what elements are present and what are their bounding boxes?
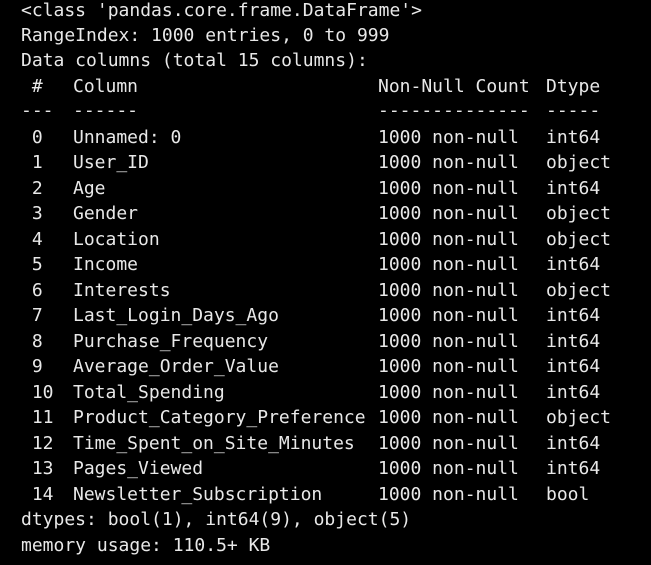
row-index: 2 [21, 178, 43, 199]
separator-row: --- ------ -------------- ----- [0, 98, 651, 123]
row-non-null: 1000 non-null [378, 305, 519, 326]
row-dtype: int64 [546, 331, 601, 352]
row-column: Location [73, 229, 160, 250]
row-column: Average_Order_Value [73, 356, 279, 377]
table-row: 7 Last_Login_Days_Ago 1000 non-null int6… [0, 303, 651, 328]
row-column: User_ID [73, 152, 149, 173]
row-dtype: int64 [546, 382, 601, 403]
row-index: 1 [21, 152, 43, 173]
row-non-null: 1000 non-null [378, 254, 519, 275]
row-non-null: 1000 non-null [378, 152, 519, 173]
row-non-null: 1000 non-null [378, 203, 519, 224]
row-column: Gender [73, 203, 139, 224]
table-row: 5 Income 1000 non-null int64 [0, 252, 651, 277]
row-non-null: 1000 non-null [378, 280, 519, 301]
row-index: 4 [21, 229, 43, 250]
row-dtype: bool [546, 484, 590, 505]
class-line: <class 'pandas.core.frame.DataFrame'> [21, 0, 422, 21]
table-row: 6 Interests 1000 non-null object [0, 278, 651, 303]
row-dtype: int64 [546, 433, 601, 454]
row-index: 3 [21, 203, 43, 224]
row-index: 0 [21, 127, 43, 148]
row-non-null: 1000 non-null [378, 433, 519, 454]
row-column: Total_Spending [73, 382, 225, 403]
memory-usage-line: memory usage: 110.5+ KB [21, 535, 271, 556]
row-column: Last_Login_Days_Ago [73, 305, 279, 326]
row-non-null: 1000 non-null [378, 484, 519, 505]
row-column: Newsletter_Subscription [73, 484, 323, 505]
row-dtype: int64 [546, 127, 601, 148]
row-column: Income [73, 254, 139, 275]
table-row: 14 Newsletter_Subscription 1000 non-null… [0, 482, 651, 507]
data-columns-line: Data columns (total 15 columns): [21, 50, 368, 71]
separator-dtype: ----- [546, 100, 601, 121]
row-non-null: 1000 non-null [378, 229, 519, 250]
separator-non-null: -------------- [378, 100, 530, 121]
row-non-null: 1000 non-null [378, 458, 519, 479]
row-column: Time_Spent_on_Site_Minutes [73, 433, 355, 454]
row-index: 13 [21, 458, 54, 479]
row-dtype: object [546, 203, 612, 224]
row-index: 14 [21, 484, 54, 505]
row-dtype: object [546, 152, 612, 173]
separator-index: --- [21, 100, 54, 121]
row-non-null: 1000 non-null [378, 382, 519, 403]
row-column: Unnamed: 0 [73, 127, 182, 148]
row-dtype: object [546, 407, 612, 428]
range-index-line: RangeIndex: 1000 entries, 0 to 999 [21, 25, 390, 46]
console-output: { "class_line": "<class 'pandas.core.fra… [0, 0, 651, 565]
header-dtype: Dtype [546, 76, 601, 97]
row-index: 9 [21, 356, 43, 377]
table-row: 3 Gender 1000 non-null object [0, 201, 651, 226]
row-dtype: int64 [546, 178, 601, 199]
table-row: 12 Time_Spent_on_Site_Minutes 1000 non-n… [0, 431, 651, 456]
row-non-null: 1000 non-null [378, 127, 519, 148]
row-non-null: 1000 non-null [378, 178, 519, 199]
row-dtype: int64 [546, 305, 601, 326]
row-dtype: int64 [546, 254, 601, 275]
row-column: Pages_Viewed [73, 458, 204, 479]
header-column: Column [73, 76, 139, 97]
row-index: 11 [21, 407, 54, 428]
row-column: Age [73, 178, 106, 199]
table-row: 10 Total_Spending 1000 non-null int64 [0, 380, 651, 405]
row-index: 6 [21, 280, 43, 301]
row-non-null: 1000 non-null [378, 331, 519, 352]
table-row: 2 Age 1000 non-null int64 [0, 176, 651, 201]
table-row: 0 Unnamed: 0 1000 non-null int64 [0, 125, 651, 150]
table-row: 8 Purchase_Frequency 1000 non-null int64 [0, 329, 651, 354]
header-row: # Column Non-Null Count Dtype [0, 74, 651, 99]
row-dtype: object [546, 229, 612, 250]
row-index: 10 [21, 382, 54, 403]
row-dtype: object [546, 280, 612, 301]
row-non-null: 1000 non-null [378, 407, 519, 428]
row-column: Purchase_Frequency [73, 331, 269, 352]
dtypes-line: dtypes: bool(1), int64(9), object(5) [21, 509, 412, 530]
header-index: # [21, 76, 43, 97]
table-row: 1 User_ID 1000 non-null object [0, 150, 651, 175]
row-index: 12 [21, 433, 54, 454]
row-dtype: int64 [546, 356, 601, 377]
table-row: 11 Product_Category_Preference 1000 non-… [0, 405, 651, 430]
row-index: 8 [21, 331, 43, 352]
header-non-null: Non-Null Count [378, 76, 530, 97]
row-column: Product_Category_Preference [73, 407, 366, 428]
row-index: 7 [21, 305, 43, 326]
row-column: Interests [73, 280, 171, 301]
row-dtype: int64 [546, 458, 601, 479]
row-index: 5 [21, 254, 43, 275]
table-row: 4 Location 1000 non-null object [0, 227, 651, 252]
row-non-null: 1000 non-null [378, 356, 519, 377]
table-row: 13 Pages_Viewed 1000 non-null int64 [0, 456, 651, 481]
separator-column: ------ [73, 100, 139, 121]
table-row: 9 Average_Order_Value 1000 non-null int6… [0, 354, 651, 379]
